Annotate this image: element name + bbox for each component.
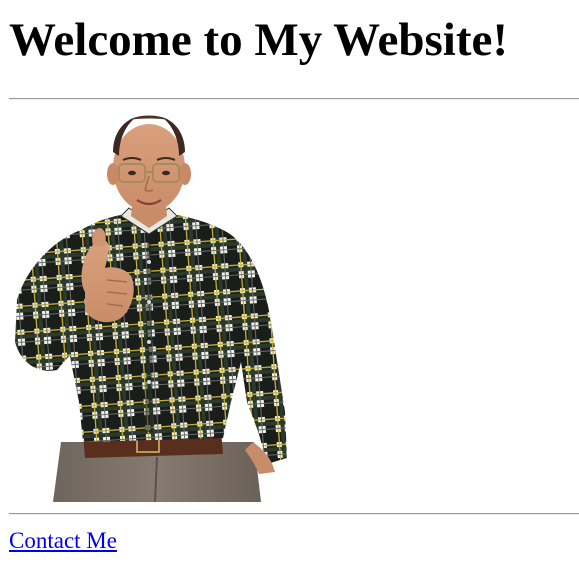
divider-bottom: [9, 513, 579, 515]
profile-photo: [9, 112, 300, 502]
contact-me-link[interactable]: Contact Me: [9, 528, 117, 554]
photo-illustration: [15, 115, 287, 502]
divider-top: [9, 98, 579, 100]
page-title: Welcome to My Website!: [9, 14, 509, 66]
